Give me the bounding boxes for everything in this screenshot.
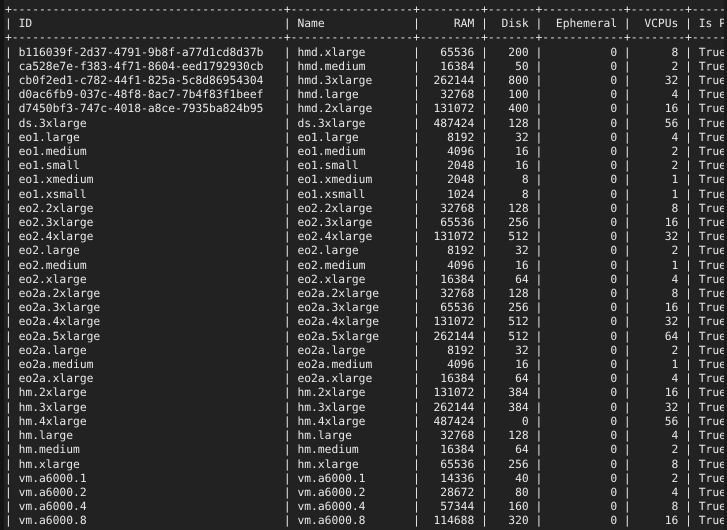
terminal-left-gutter <box>0 0 4 530</box>
terminal-window[interactable]: +---------------------------------------… <box>0 0 727 530</box>
flavor-list-table: +---------------------------------------… <box>0 3 727 530</box>
